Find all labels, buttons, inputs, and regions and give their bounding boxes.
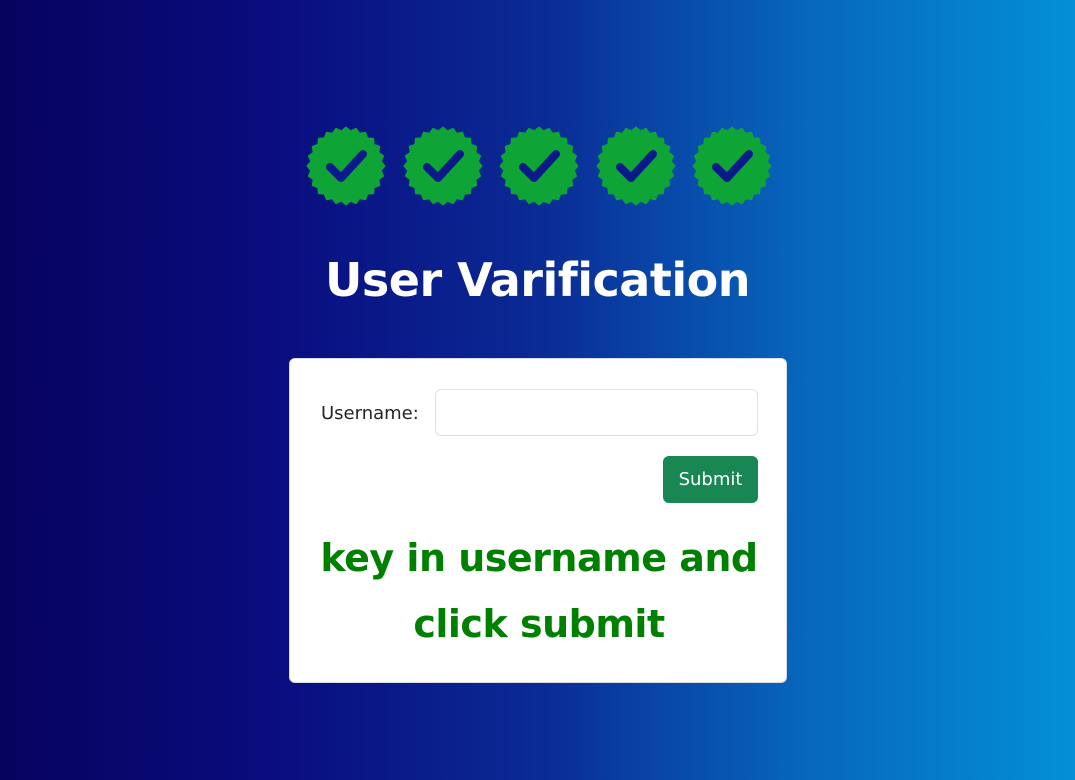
verified-check-badge-icon <box>403 126 482 206</box>
badge-row <box>306 126 772 206</box>
username-label: Username: <box>321 403 419 424</box>
username-input[interactable] <box>435 389 758 436</box>
badge-shape <box>596 126 675 206</box>
instruction-text: key in username and click submit <box>320 536 758 646</box>
badge-shape <box>403 126 482 206</box>
page-title: User Varification <box>325 253 750 307</box>
badge-shape <box>499 126 579 206</box>
verified-check-badge-icon <box>692 126 772 206</box>
badge-shape <box>306 126 386 206</box>
verification-card: Username: Submit key in username and cli… <box>289 358 787 683</box>
verified-check-badge-icon <box>596 126 675 206</box>
verified-check-badge-icon <box>306 126 386 206</box>
badge-shape <box>692 126 772 206</box>
submit-button[interactable]: Submit <box>663 456 758 503</box>
verified-check-badge-icon <box>499 126 579 206</box>
